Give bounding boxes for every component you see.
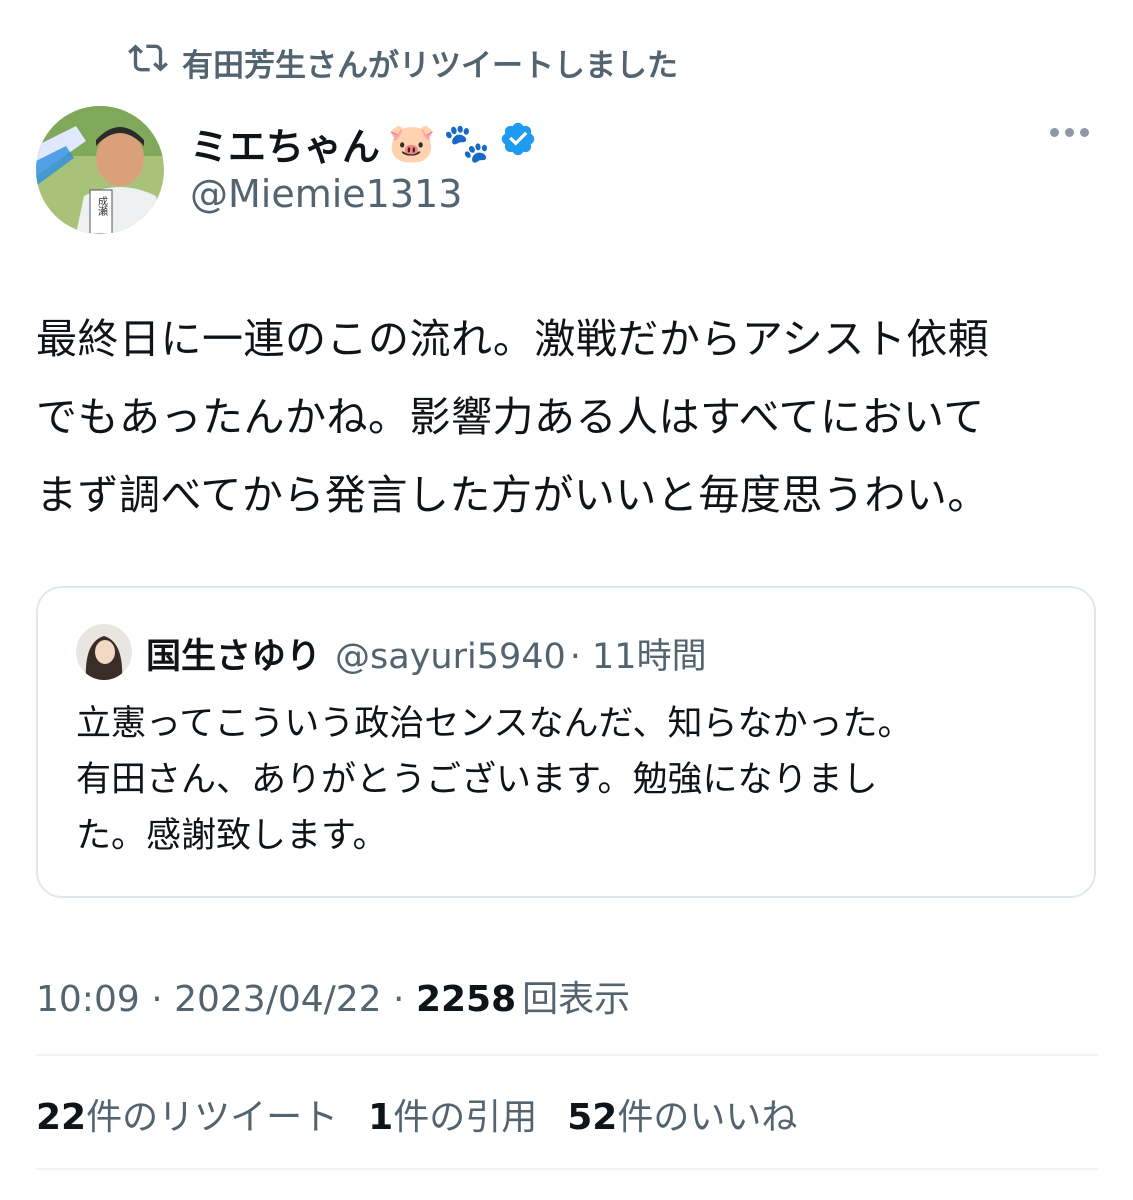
quote-time: · 11時間 [569,637,707,677]
tweet-date[interactable]: 2023/04/22 [174,979,382,1020]
more-dot [1065,128,1074,137]
quotes-stat[interactable]: 1件の引用 [368,1088,537,1140]
engagement-stats: 22件のリツイート 1件の引用 52件のいいね [36,1088,797,1140]
author-display-name: ミエちゃん [190,125,381,169]
author-handle[interactable]: @Miemie1313 [190,172,462,216]
avatar-sash-text: 成瀬 [96,196,108,217]
divider [36,1054,1098,1056]
quote-text: 立憲ってこういう政治センスなんだ、知らなかった。 有田さん、ありがとうございます… [76,704,913,856]
pig-emoji-icon: 🐷 [388,121,436,165]
quote-count: 1 [368,1097,394,1138]
retweet-label: 件のリツイート [86,1097,339,1138]
tweet-time[interactable]: 10:09 [36,979,140,1020]
like-count: 52 [567,1097,618,1138]
meta-separator: · [139,979,175,1020]
quoted-tweet[interactable]: 国生さゆり @sayuri5940 · 11時間 立憲ってこういう政治センスなん… [36,586,1096,898]
retweet-context[interactable]: 有田芳生さんがリツイートしました [128,38,678,86]
retweet-icon [128,38,168,86]
quote-label: 件の引用 [393,1097,538,1138]
author-name[interactable]: ミエちゃん 🐷 🐾 [190,116,537,171]
retweets-stat[interactable]: 22件のリツイート [36,1088,338,1140]
view-count[interactable]: 2258 [416,979,516,1020]
verified-badge-icon [499,120,537,167]
like-label: 件のいいね [617,1097,798,1138]
retweet-context-text: 有田芳生さんがリツイートしました [182,47,678,84]
view-count-label: 回表示 [522,979,631,1020]
tweet-text: 最終日に一連のこの流れ。激戦だからアシスト依頼 でもあったんかね。影響力ある人は… [36,315,990,519]
more-options-icon[interactable] [1050,128,1089,137]
quote-author-avatar [76,624,132,680]
retweet-count: 22 [36,1097,87,1138]
more-dot [1080,128,1089,137]
likes-stat[interactable]: 52件のいいね [567,1088,797,1140]
divider [36,1168,1098,1170]
more-dot [1050,128,1059,137]
quote-author-handle: @sayuri5940 [335,637,566,677]
quote-author-name: 国生さゆり [146,637,322,677]
tweet-meta: 10:09 · 2023/04/22 · 2258 回表示 [36,970,630,1022]
paws-emoji-icon: 🐾 [443,121,491,165]
meta-separator: · [381,979,416,1020]
quote-header: 国生さゆり @sayuri5940 · 11時間 [146,628,707,679]
author-avatar[interactable]: 成瀬 [36,106,164,234]
